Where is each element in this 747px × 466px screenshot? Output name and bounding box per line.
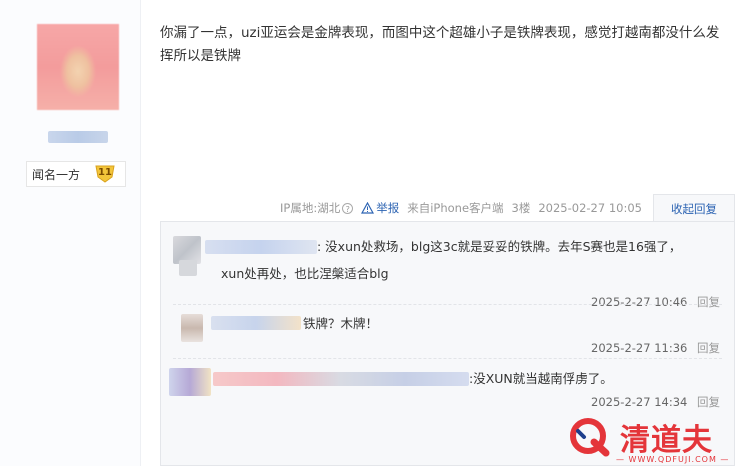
floor-number: 3楼	[511, 201, 531, 215]
post-source-text: 来自iPhone客户端	[407, 201, 504, 215]
reply-timestamp: 2025-2-27 14:34	[591, 395, 688, 409]
author-username-redacted[interactable]	[48, 131, 108, 143]
post-content: 你漏了一点，uzi亚运会是金牌表现，而图中这个超雄小子是铁牌表现，感觉打越南都没…	[160, 25, 720, 64]
reply-meta: 2025-2-27 11:36 回复	[591, 340, 720, 356]
reply-meta: 2025-2-27 10:46 回复	[591, 294, 720, 310]
reply-text: :没XUN就当越南俘虏了。	[469, 371, 613, 386]
ip-location: IP属地:湖北	[280, 201, 341, 215]
collapse-replies-button[interactable]: 收起回复	[653, 194, 735, 222]
reply-text-continued: xun处再处，也比涅槃适合blg	[221, 266, 389, 281]
post-timestamp: 2025-02-27 10:05	[538, 201, 642, 215]
author-avatar[interactable]	[37, 24, 119, 110]
help-icon[interactable]: ?	[342, 202, 354, 214]
reply-item: 铁牌？木牌！ 2025-2-27 11:36 回复	[161, 310, 736, 360]
post-meta: IP属地:湖北 ? 举报 来自iPhone客户端 3楼 2025-02-27 1…	[280, 200, 642, 216]
report-button[interactable]: 举报	[361, 200, 399, 216]
reply-avatar-redacted	[179, 260, 197, 276]
reply-avatar[interactable]	[181, 314, 203, 342]
reply-meta: 2025-2-27 14:34 回复	[591, 394, 720, 410]
reply-button[interactable]: 回复	[697, 341, 720, 355]
reply-avatar[interactable]	[169, 368, 211, 396]
reply-button[interactable]: 回复	[697, 395, 720, 409]
level-badge[interactable]: 闻名一方 11	[26, 161, 126, 187]
level-number-icon: 11	[94, 165, 116, 183]
reply-timestamp: 2025-2-27 11:36	[591, 341, 688, 355]
reply-item: :没XUN就当越南俘虏了。 2025-2-27 14:34 回复	[161, 362, 736, 412]
reply-divider	[173, 358, 722, 359]
reply-text: : 没xun处救场，blg这3c就是妥妥的铁牌。去年S赛也是16强了，	[317, 239, 682, 254]
reply-username-redacted[interactable]	[205, 240, 317, 254]
reply-text: 铁牌？木牌！	[303, 316, 379, 331]
brand-url: — WWW.QDFUJI.COM —	[616, 455, 730, 464]
author-sidebar: 闻名一方 11	[0, 0, 141, 466]
warning-icon	[361, 202, 375, 214]
reply-button[interactable]: 回复	[697, 295, 720, 309]
reply-item: : 没xun处救场，blg这3c就是妥妥的铁牌。去年S赛也是16强了， xun处…	[161, 230, 736, 310]
report-label: 举报	[376, 201, 400, 215]
brand-logo-icon	[570, 418, 610, 457]
brand-name: 清道夫	[620, 423, 713, 458]
watermark: 清道夫 — WWW.QDFUJI.COM —	[560, 415, 747, 466]
reply-divider	[173, 304, 722, 305]
reply-username-redacted[interactable]	[213, 372, 469, 386]
reply-timestamp: 2025-2-27 10:46	[591, 295, 688, 309]
post-source[interactable]: 来自iPhone客户端	[407, 200, 503, 216]
level-name: 闻名一方	[32, 167, 81, 182]
level-number: 11	[98, 167, 112, 178]
reply-username-redacted[interactable]	[211, 316, 301, 330]
